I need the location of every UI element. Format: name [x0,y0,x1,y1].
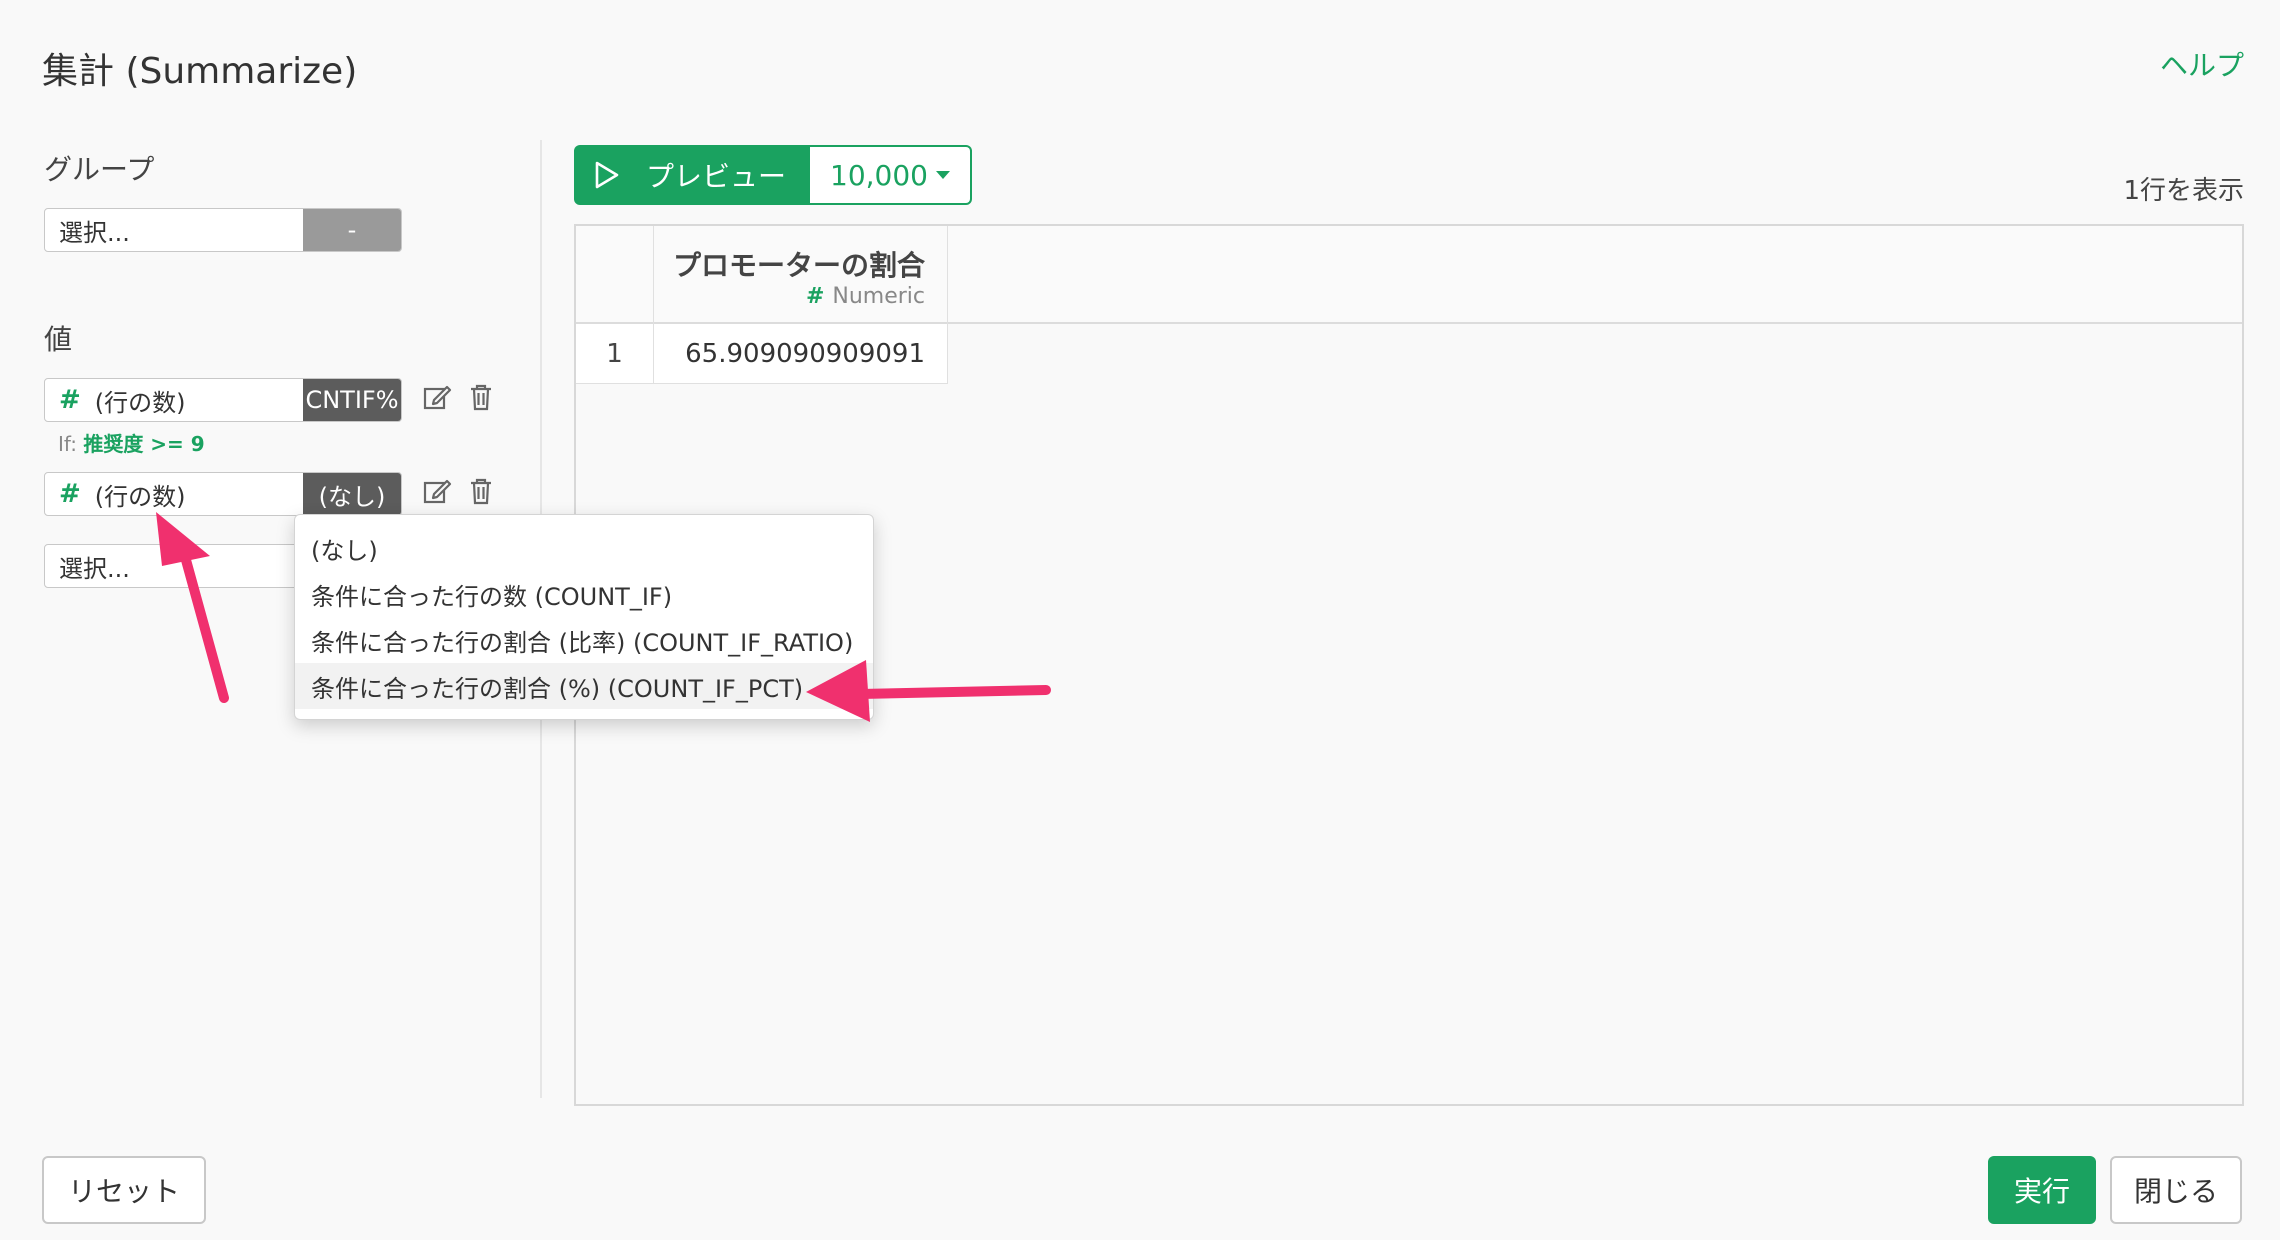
row-limit-value: 10,000 [830,158,928,192]
table-cell: 65.909090909091 [654,324,948,384]
value-field-2-name: (行の数) [94,482,186,511]
aggregation-dropdown-1[interactable]: CNTIF% [303,379,401,421]
group-section-label: グループ [44,153,155,186]
if-prefix: If: [58,432,77,456]
numeric-hash-icon: # [59,385,81,415]
row-limit-dropdown[interactable]: 10,000 [810,145,972,205]
dialog-title: 集計 (Summarize) [42,51,358,92]
edit-icon[interactable] [420,474,454,508]
value-field-2[interactable]: # (行の数) (なし) [44,472,402,516]
column-type: # Numeric [806,284,925,309]
aggregation-menu: (なし) 条件に合った行の数 (COUNT_IF) 条件に合った行の割合 (比率… [294,514,874,720]
edit-icon[interactable] [420,380,454,414]
column-header[interactable]: プロモーターの割合 # Numeric [654,226,948,324]
group-select[interactable]: 選択... - [44,208,402,252]
values-section-label: 値 [44,323,73,356]
value-add-select[interactable]: 選択... [44,544,304,588]
trash-icon[interactable] [464,474,498,508]
preview-button-label: プレビュー [646,160,787,193]
if-condition-expression: 推奨度 >= 9 [83,432,205,456]
value-field-1[interactable]: # (行の数) CNTIF% [44,378,402,422]
menu-item-count-if-ratio[interactable]: 条件に合った行の割合 (比率) (COUNT_IF_RATIO) [295,617,873,663]
chevron-down-icon [935,171,950,179]
value-add-select-placeholder: 選択... [59,554,130,583]
run-button[interactable]: 実行 [1988,1156,2096,1224]
menu-item-count-if-pct[interactable]: 条件に合った行の割合 (%) (COUNT_IF_PCT) [295,663,873,709]
close-button[interactable]: 閉じる [2110,1156,2242,1224]
index-header-cell [576,226,654,324]
row-index: 1 [576,324,654,384]
row-count-text: 1行を表示 [2123,176,2244,206]
column-type-label: Numeric [832,284,925,309]
group-select-placeholder: 選択... [59,218,130,247]
help-link[interactable]: ヘルプ [2160,44,2244,84]
arrow-up-icon [156,512,229,703]
play-icon [595,161,619,189]
aggregation-dropdown-2[interactable]: (なし) [303,473,401,515]
menu-item-count-if[interactable]: 条件に合った行の数 (COUNT_IF) [295,571,873,617]
trash-icon[interactable] [464,380,498,414]
numeric-hash-icon: # [59,479,81,509]
value-field-1-name: (行の数) [94,388,186,417]
if-condition: If: 推奨度 >= 9 [58,428,205,457]
column-title: プロモーターの割合 [672,249,925,282]
menu-item-none[interactable]: (なし) [295,525,873,571]
numeric-hash-icon: # [805,284,825,309]
reset-button[interactable]: リセット [42,1156,206,1224]
group-select-suffix[interactable]: - [303,209,401,251]
preview-button[interactable]: プレビュー [574,145,810,205]
